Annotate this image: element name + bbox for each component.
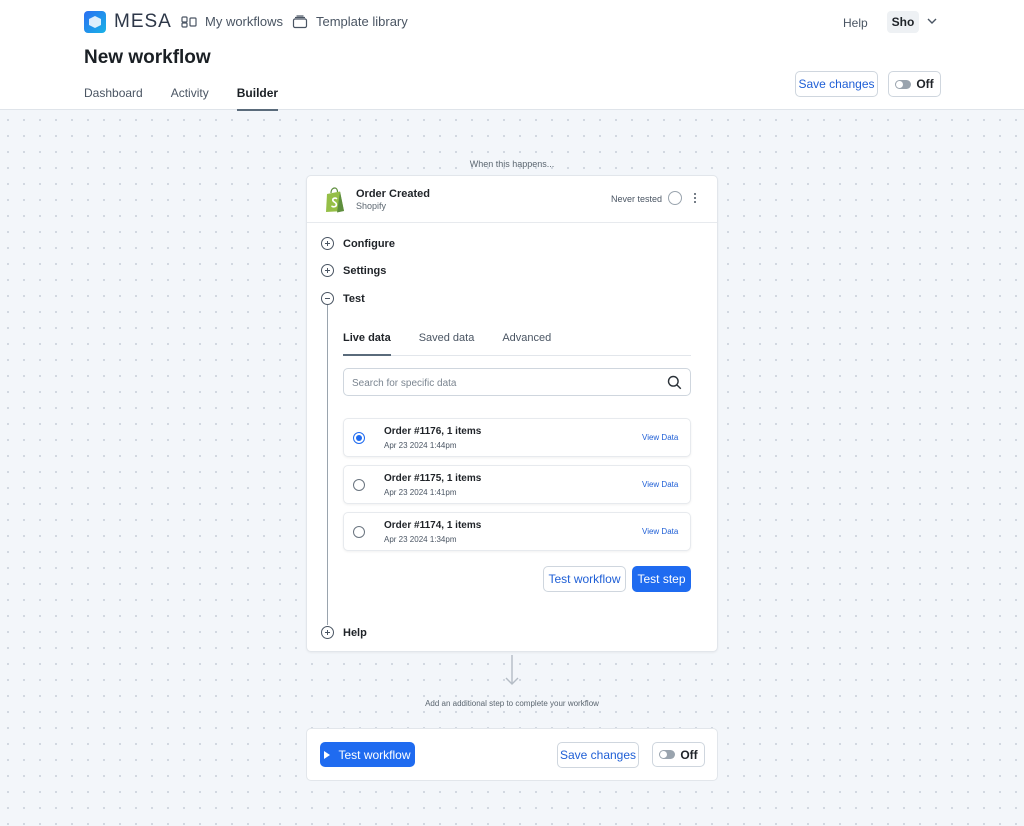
nav-my-workflows-label: My workflows (205, 14, 284, 29)
page-tabs: Dashboard Activity Builder (84, 86, 279, 111)
view-data-link[interactable]: View Data (642, 433, 678, 442)
test-workflow-button[interactable]: Test workflow (543, 566, 626, 592)
tab-activity[interactable]: Activity (171, 86, 209, 111)
order-radio[interactable] (353, 432, 365, 444)
footer-save-changes-button[interactable]: Save changes (557, 742, 639, 768)
help-link[interactable]: Help (843, 16, 868, 30)
trigger-title: Order Created (356, 188, 430, 200)
brand-name: MESA (114, 11, 172, 32)
order-title: Order #1174, 1 items (384, 520, 482, 531)
library-icon (292, 14, 308, 28)
mesa-logo-icon (84, 11, 106, 33)
play-icon (324, 750, 331, 759)
tab-advanced[interactable]: Advanced (502, 328, 551, 355)
mesa-logo[interactable]: MESA (84, 11, 172, 33)
workflow-enable-toggle[interactable]: Off (888, 71, 941, 97)
section-help[interactable]: Help (321, 626, 367, 639)
section-configure-label: Configure (343, 237, 395, 250)
order-row[interactable]: Order #1176, 1 items Apr 23 2024 1:44pm … (343, 418, 691, 457)
expand-plus-icon (321, 264, 334, 277)
section-settings[interactable]: Settings (321, 264, 386, 277)
app-header: MESA My workflows Template library Help … (0, 0, 1024, 111)
toggle-switch-icon (895, 79, 912, 89)
section-configure[interactable]: Configure (321, 237, 395, 250)
toggle-label: Off (916, 77, 934, 91)
order-radio[interactable] (353, 479, 365, 491)
nav-template-library-label: Template library (316, 14, 408, 29)
trigger-app-name: Shopify (356, 201, 387, 211)
footer-action-bar: Test workflow Save changes Off (306, 728, 718, 781)
search-icon[interactable] (667, 375, 682, 390)
search-input[interactable] (352, 375, 652, 391)
footer-test-workflow-label: Test workflow (338, 747, 411, 762)
section-help-label: Help (343, 626, 367, 639)
trigger-card-header[interactable]: Order Created Shopify Never tested (307, 176, 717, 223)
trigger-caption: When this happens... (469, 159, 555, 169)
view-data-link[interactable]: View Data (642, 527, 678, 536)
order-row[interactable]: Order #1175, 1 items Apr 23 2024 1:41pm … (343, 465, 691, 504)
section-test[interactable]: Test (321, 292, 365, 305)
nav-template-library[interactable]: Template library (292, 14, 408, 29)
save-changes-button[interactable]: Save changes (795, 71, 878, 97)
test-section-line (327, 305, 328, 625)
test-step-button[interactable]: Test step (632, 566, 691, 592)
footer-enable-toggle[interactable]: Off (652, 742, 705, 767)
order-radio[interactable] (353, 526, 365, 538)
order-title: Order #1175, 1 items (384, 473, 482, 484)
toggle-switch-icon (659, 750, 676, 759)
tab-saved-data[interactable]: Saved data (419, 328, 475, 355)
more-options-icon[interactable] (693, 190, 697, 206)
page-title: New workflow (84, 47, 211, 68)
order-row[interactable]: Order #1174, 1 items Apr 23 2024 1:34pm … (343, 512, 691, 551)
tab-dashboard[interactable]: Dashboard (84, 86, 143, 111)
user-menu-button[interactable]: Sho (887, 11, 919, 33)
test-status-label: Never tested (611, 194, 663, 204)
search-box (343, 368, 691, 396)
view-data-link[interactable]: View Data (642, 480, 678, 489)
expand-plus-icon (321, 237, 334, 250)
arrow-down-icon (505, 655, 519, 685)
nav-my-workflows[interactable]: My workflows (181, 14, 283, 29)
tab-builder[interactable]: Builder (236, 86, 279, 111)
order-title: Order #1176, 1 items (384, 426, 482, 437)
expand-plus-icon (321, 626, 334, 639)
tab-live-data[interactable]: Live data (343, 328, 391, 356)
add-step-caption: Add an additional step to complete your … (425, 699, 599, 708)
trigger-card: Order Created Shopify Never tested Confi… (306, 175, 718, 652)
footer-toggle-label: Off (680, 747, 698, 762)
shopify-icon (326, 187, 344, 213)
section-settings-label: Settings (343, 264, 387, 277)
test-data-tabs: Live data Saved data Advanced (343, 328, 691, 356)
workflows-icon (181, 15, 197, 28)
collapse-minus-icon (321, 292, 334, 305)
chevron-down-icon[interactable] (926, 15, 938, 27)
test-status-icon (668, 191, 682, 205)
order-date: Apr 23 2024 1:34pm (384, 535, 457, 544)
section-test-label: Test (343, 292, 365, 305)
order-date: Apr 23 2024 1:44pm (384, 441, 457, 450)
order-date: Apr 23 2024 1:41pm (384, 488, 457, 497)
footer-test-workflow-button[interactable]: Test workflow (320, 742, 415, 767)
